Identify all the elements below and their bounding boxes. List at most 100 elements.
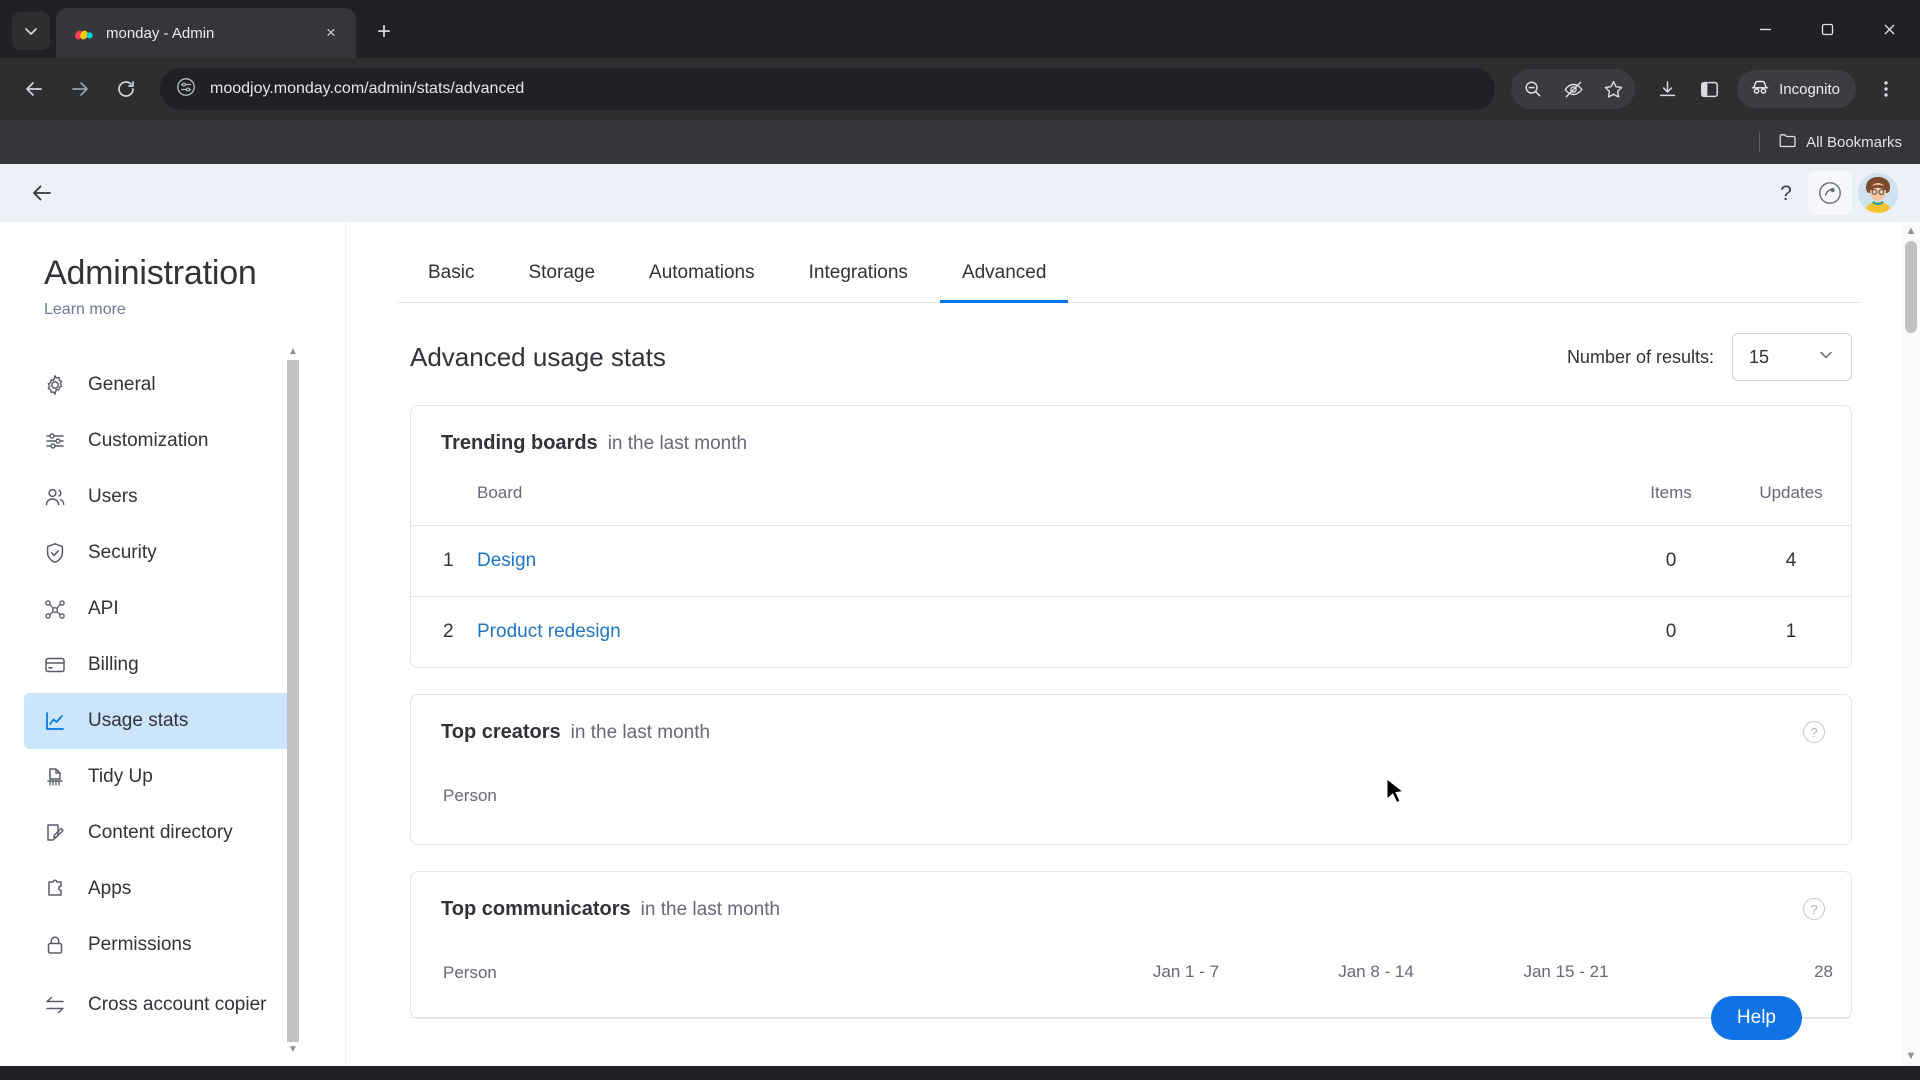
tab-basic[interactable]: Basic <box>406 250 496 303</box>
col-person: Person <box>443 786 497 805</box>
table-header-row: Person <box>411 750 1851 844</box>
body-area: Administration Learn more General Custom… <box>0 222 1920 1066</box>
table-row[interactable]: 2 Product redesign 0 1 <box>411 597 1851 668</box>
browser-tab[interactable]: monday - Admin × <box>56 8 356 58</box>
tab-integrations[interactable]: Integrations <box>787 250 930 303</box>
card-header: Top creators in the last month <box>411 695 1851 750</box>
lock-icon <box>42 932 68 958</box>
download-icon[interactable] <box>1647 69 1687 109</box>
row-updates: 1 <box>1785 621 1797 642</box>
board-link[interactable]: Product redesign <box>477 621 621 642</box>
close-icon[interactable]: × <box>318 20 344 46</box>
card-top-creators: Top creators in the last month ? Person <box>410 694 1852 845</box>
three-dot-menu-icon[interactable] <box>1866 69 1906 109</box>
page-settings-icon[interactable] <box>176 77 196 102</box>
board-link[interactable]: Design <box>477 550 536 571</box>
results-value: 15 <box>1749 346 1770 367</box>
back-button[interactable] <box>14 69 54 109</box>
chevron-down-icon <box>25 28 37 35</box>
eye-slash-icon[interactable] <box>1553 69 1593 109</box>
sidebar-item-label: API <box>88 598 119 619</box>
browser-window: monday - Admin × + moodjoy.monday.com/ad… <box>0 0 1920 1080</box>
scroll-up-icon[interactable]: ▲ <box>288 344 298 360</box>
sidebar-item-content-directory[interactable]: Content directory <box>24 805 293 861</box>
sidebar-item-security[interactable]: Security <box>24 525 293 581</box>
sidebar-item-label: Security <box>88 542 157 563</box>
sidebar-item-label: Permissions <box>88 934 192 955</box>
top-communicators-table: Person Jan 1 - 7 Jan 8 - 14 Jan 15 - 21 … <box>411 927 1851 1018</box>
sidebar-item-apps[interactable]: Apps <box>24 861 293 917</box>
sidebar-item-label: Billing <box>88 654 139 675</box>
sidebar-item-cross-account-copier[interactable]: Cross account copier <box>24 973 293 1037</box>
sidebar-scrollbar[interactable]: ▲ ▼ <box>285 344 301 1058</box>
line-chart-icon <box>42 708 68 734</box>
tab-advanced[interactable]: Advanced <box>939 250 1069 303</box>
new-tab-button[interactable]: + <box>366 14 402 50</box>
sidebar-item-customization[interactable]: Customization <box>24 413 293 469</box>
maximize-icon[interactable] <box>1796 0 1858 58</box>
sidebar-item-billing[interactable]: Billing <box>24 637 293 693</box>
table-header-row: Person Jan 1 - 7 Jan 8 - 14 Jan 15 - 21 … <box>411 927 1851 1018</box>
chevron-down-icon <box>1817 346 1835 369</box>
scroll-track[interactable] <box>1902 241 1920 1047</box>
table-row[interactable]: 1 Design 0 4 <box>411 525 1851 597</box>
col-rank <box>411 461 477 526</box>
tab-storage[interactable]: Storage <box>506 250 617 303</box>
scroll-down-icon[interactable]: ▼ <box>288 1042 298 1058</box>
scroll-track[interactable] <box>287 360 299 1042</box>
sidebar-item-general[interactable]: General <box>24 357 293 413</box>
incognito-badge[interactable]: Incognito <box>1737 70 1856 108</box>
sidebar-item-tidy-up[interactable]: Tidy Up <box>24 749 293 805</box>
zoom-out-icon[interactable] <box>1513 69 1553 109</box>
tab-automations[interactable]: Automations <box>627 250 777 303</box>
help-circle-icon[interactable]: ? <box>1803 898 1825 920</box>
content-scrollbar[interactable]: ▲ ▼ <box>1902 222 1920 1066</box>
scroll-down-icon[interactable]: ▼ <box>1906 1047 1917 1066</box>
help-button[interactable]: ? <box>1764 171 1808 215</box>
forward-button[interactable] <box>60 69 100 109</box>
close-window-icon[interactable] <box>1858 0 1920 58</box>
sidebar-item-api[interactable]: API <box>24 581 293 637</box>
help-fab-button[interactable]: Help <box>1710 996 1802 1040</box>
scroll-thumb[interactable] <box>1905 241 1917 333</box>
learn-more-link[interactable]: Learn more <box>0 293 345 319</box>
incognito-hat-icon <box>1749 76 1771 102</box>
row-items: 0 <box>1665 621 1677 642</box>
scroll-up-icon[interactable]: ▲ <box>1906 222 1917 241</box>
card-title: Top communicators <box>441 898 631 920</box>
page-viewport: ? Administration Learn more General Cust… <box>0 164 1920 1080</box>
sidebar-item-usage-stats[interactable]: Usage stats <box>24 693 293 749</box>
row-rank: 2 <box>443 621 454 642</box>
content-title: Advanced usage stats <box>410 341 666 372</box>
url-text: moodjoy.monday.com/admin/stats/advanced <box>210 80 525 97</box>
tab-search-button[interactable] <box>12 12 50 50</box>
folder-icon <box>1778 131 1797 154</box>
bookmarks-bar: All Bookmarks <box>0 120 1920 164</box>
puzzle-icon <box>42 876 68 902</box>
table-body: 1 Design 0 4 2 Product redesign 0 1 <box>411 525 1851 668</box>
app-back-button[interactable] <box>22 173 62 213</box>
side-panel-icon[interactable] <box>1689 69 1729 109</box>
results-label: Number of results: <box>1566 346 1714 367</box>
svg-text:?: ? <box>1780 182 1792 205</box>
results-control: Number of results: 15 <box>1567 333 1852 381</box>
results-select[interactable]: 15 <box>1732 333 1852 381</box>
card-title: Trending boards <box>441 432 598 454</box>
scroll-thumb[interactable] <box>287 360 299 1042</box>
sidebar-item-permissions[interactable]: Permissions <box>24 917 293 973</box>
help-circle-icon[interactable]: ? <box>1803 721 1825 743</box>
star-icon[interactable] <box>1593 69 1633 109</box>
credit-card-icon <box>42 652 68 678</box>
sidebar-item-label: Cross account copier <box>88 994 267 1016</box>
address-bar[interactable]: moodjoy.monday.com/admin/stats/advanced <box>160 68 1496 110</box>
minimize-icon[interactable] <box>1734 0 1796 58</box>
col-person: Person <box>411 927 1091 1018</box>
reload-button[interactable] <box>106 69 146 109</box>
product-updates-icon[interactable] <box>1808 171 1852 215</box>
content-header: Advanced usage stats Number of results: … <box>398 303 1860 405</box>
table-header-row: Board Items Updates <box>411 461 1851 526</box>
avatar[interactable] <box>1858 173 1898 213</box>
sidebar-item-users[interactable]: Users <box>24 469 293 525</box>
top-creators-table: Person <box>411 750 1851 844</box>
all-bookmarks-button[interactable]: All Bookmarks <box>1778 131 1902 154</box>
